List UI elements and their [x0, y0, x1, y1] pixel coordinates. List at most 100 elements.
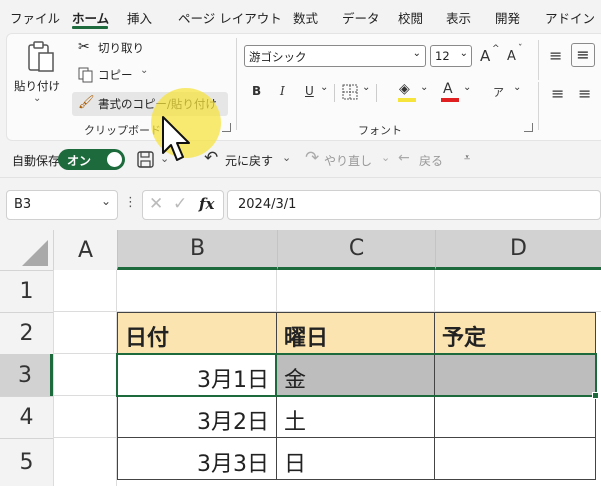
redo-label[interactable]: やり直し — [324, 152, 372, 169]
chevron-down-icon[interactable]: ⌄ — [282, 151, 291, 164]
group-divider — [538, 40, 539, 80]
chevron-down-icon[interactable]: ⌄ — [381, 151, 390, 164]
cell-c2[interactable]: 曜日 — [276, 312, 435, 354]
redo-icon[interactable]: ↷ — [305, 148, 319, 168]
column-header-c[interactable]: C — [277, 230, 435, 270]
borders-icon[interactable] — [342, 84, 358, 100]
autosave-label: 自動保存 — [12, 154, 61, 168]
font-name-dropdown[interactable]: 游ゴシック ⌄ — [244, 45, 426, 67]
fill-handle[interactable] — [592, 392, 599, 399]
font-size-value: 12 — [435, 49, 450, 63]
date-value: 3月2日 — [197, 410, 269, 435]
tab-page-layout[interactable]: ページ レイアウト — [178, 8, 282, 27]
copy-label: コピー — [98, 68, 133, 82]
tab-home[interactable]: ホーム — [72, 8, 109, 27]
cell-b3[interactable]: 3月1日 — [117, 353, 277, 396]
cell-d4[interactable] — [434, 395, 596, 438]
font-name-value: 游ゴシック — [249, 50, 307, 64]
chevron-down-icon[interactable]: ⌄ — [320, 82, 328, 93]
column-header-d[interactable]: D — [435, 230, 601, 270]
tab-insert[interactable]: 挿入 — [127, 8, 152, 27]
cell-c5[interactable]: 日 — [276, 437, 435, 480]
tab-addins[interactable]: アドイン — [545, 8, 595, 27]
tab-developer[interactable]: 開発 — [495, 8, 520, 27]
date-value: 3月1日 — [197, 368, 269, 393]
autosave-state: オン — [67, 154, 92, 168]
back-arrow-icon[interactable]: ← — [398, 150, 410, 166]
column-header-a[interactable]: A — [53, 230, 117, 270]
cancel-icon[interactable]: ✕ — [149, 194, 163, 214]
select-all-corner[interactable] — [0, 230, 53, 270]
chevron-down-icon[interactable]: ⌄ — [362, 82, 370, 93]
gridline — [53, 437, 117, 438]
gridline — [53, 270, 54, 486]
cell-c3[interactable]: 金 — [276, 353, 435, 396]
align-left-icon[interactable]: ≡ — [551, 84, 564, 103]
group-divider — [236, 38, 237, 130]
chevron-down-icon[interactable]: ⌄ — [513, 82, 521, 93]
bold-button[interactable]: B — [252, 84, 261, 98]
paintbrush-icon: 🖌 — [78, 95, 95, 110]
autosave-toggle[interactable]: オン — [58, 149, 125, 170]
chevron-down-icon: ⌄ — [412, 48, 421, 59]
align-center-icon[interactable]: ≡ — [578, 84, 591, 103]
mouse-pointer-icon — [162, 116, 190, 161]
cut-button[interactable]: ✂ 切り取り — [78, 39, 158, 59]
formula-buttons: ✕ ✓ fx — [142, 190, 224, 220]
formula-value: 2024/3/1 — [238, 197, 297, 212]
column-header-b[interactable]: B — [117, 230, 277, 270]
tab-formulas[interactable]: 数式 — [293, 8, 318, 27]
font-size-dropdown[interactable]: 12 ⌄ — [430, 45, 472, 67]
copy-icon — [78, 67, 93, 83]
chevron-down-icon[interactable]: ⌄ — [420, 82, 428, 93]
phonetic-guide-icon[interactable]: ア — [493, 84, 504, 100]
cell-b5[interactable]: 3月3日 — [117, 437, 277, 480]
row-header-5[interactable]: 5 — [0, 438, 53, 486]
tab-review[interactable]: 校閲 — [398, 8, 423, 27]
fill-color-icon[interactable]: ◈ — [399, 81, 410, 97]
cell-d3[interactable] — [434, 353, 596, 396]
insert-function-button[interactable]: fx — [199, 195, 214, 213]
caret-up-icon: ^ — [492, 44, 500, 54]
header-weekday: 曜日 — [284, 326, 329, 351]
dialog-launcher-icon[interactable] — [524, 123, 533, 132]
customize-qat-icon[interactable]: ⩡ — [464, 151, 470, 165]
row-header-1[interactable]: 1 — [0, 270, 53, 312]
header-date: 日付 — [125, 326, 170, 351]
weekday-value: 日 — [284, 452, 307, 477]
decrease-font-size-button[interactable]: A — [507, 49, 516, 64]
enter-check-icon[interactable]: ✓ — [173, 194, 187, 214]
italic-button[interactable]: I — [280, 84, 285, 98]
tab-data[interactable]: データ — [342, 8, 380, 27]
cell-d2[interactable]: 予定 — [434, 312, 596, 354]
copy-button[interactable]: コピー ⌄ — [78, 65, 158, 86]
align-middle-icon[interactable]: ≡ — [571, 43, 595, 67]
gridline — [53, 353, 117, 354]
more-options-icon[interactable]: ⋮ — [124, 195, 137, 210]
increase-font-size-button[interactable]: A — [480, 47, 490, 65]
cell-b4[interactable]: 3月2日 — [117, 395, 277, 438]
paste-button[interactable]: 貼り付け ⌄ — [14, 40, 66, 110]
row-header-2[interactable]: 2 — [0, 312, 53, 354]
align-top-icon[interactable]: ≡ — [549, 46, 562, 65]
chevron-down-icon: ⌄ — [459, 48, 468, 59]
active-tab-indicator — [72, 26, 108, 29]
cell-c4[interactable]: 土 — [276, 395, 435, 438]
tab-view[interactable]: 表示 — [446, 8, 471, 27]
cell-d5[interactable] — [434, 437, 596, 480]
cell-b2[interactable]: 日付 — [117, 312, 277, 354]
underline-button[interactable]: U — [305, 84, 314, 98]
undo-label[interactable]: 元に戻す — [225, 152, 273, 169]
tab-file[interactable]: ファイル — [10, 8, 60, 27]
row-header-3[interactable]: 3 — [0, 354, 53, 396]
chevron-down-icon[interactable]: ⌄ — [463, 82, 471, 93]
name-box[interactable]: B3 ⌄ — [6, 190, 118, 220]
row-header-4[interactable]: 4 — [0, 396, 53, 438]
toggle-knob — [107, 152, 122, 167]
dialog-launcher-icon[interactable] — [222, 123, 231, 132]
paste-label: 貼り付け — [14, 79, 60, 93]
font-color-button[interactable]: A — [443, 81, 453, 97]
formula-input[interactable]: 2024/3/1 — [227, 190, 601, 220]
save-icon[interactable] — [137, 151, 155, 169]
back-label[interactable]: 戻る — [419, 152, 443, 169]
